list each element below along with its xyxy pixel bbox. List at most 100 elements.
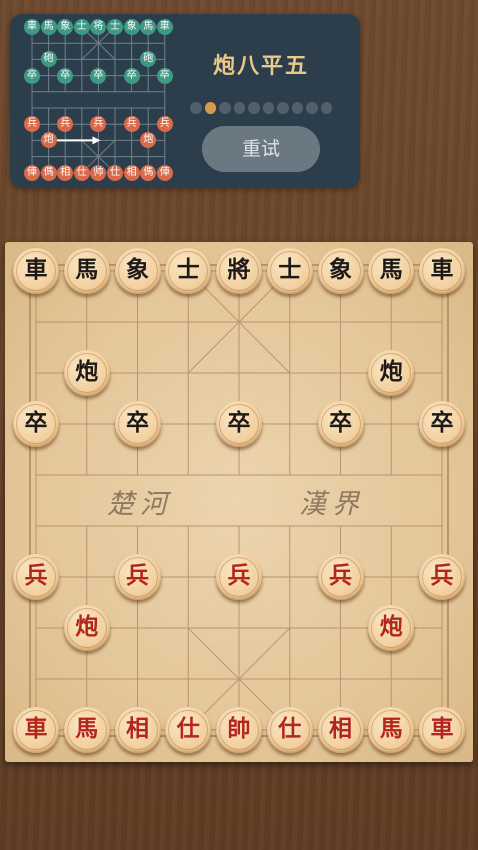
piece-label: 兵 bbox=[430, 562, 454, 589]
black-piece[interactable]: 士 bbox=[165, 248, 212, 294]
piece-label: 馬 bbox=[379, 715, 403, 742]
red-soldier[interactable]: 兵 bbox=[317, 554, 364, 600]
red-piece[interactable]: 帥 bbox=[216, 707, 262, 753]
mini-black-cannon: 砲 bbox=[40, 51, 57, 68]
mini-black-soldier: 卒 bbox=[24, 67, 40, 84]
red-soldier[interactable]: 兵 bbox=[114, 554, 161, 600]
mini-red-piece: 相 bbox=[123, 164, 140, 181]
piece-label: 卒 bbox=[430, 409, 454, 436]
red-soldier[interactable]: 兵 bbox=[13, 554, 59, 600]
black-piece[interactable]: 車 bbox=[419, 248, 465, 294]
piece-label: 象 bbox=[126, 256, 149, 283]
piece-label: 馬 bbox=[379, 256, 403, 283]
piece-label: 炮 bbox=[379, 613, 403, 640]
red-piece[interactable]: 仕 bbox=[165, 707, 212, 753]
mini-red-soldier: 兵 bbox=[156, 116, 173, 133]
piece-label: 兵 bbox=[329, 562, 352, 589]
progress-dot bbox=[190, 102, 202, 114]
black-piece[interactable]: 馬 bbox=[368, 248, 415, 294]
red-piece[interactable]: 馬 bbox=[63, 707, 110, 753]
retry-button[interactable]: 重试 bbox=[202, 126, 320, 172]
progress-dot bbox=[248, 102, 260, 114]
mini-black-soldier: 卒 bbox=[90, 67, 107, 84]
red-piece[interactable]: 馬 bbox=[368, 707, 415, 753]
black-cannon[interactable]: 炮 bbox=[368, 350, 415, 396]
piece-label: 象 bbox=[329, 256, 352, 283]
piece-label: 將 bbox=[227, 256, 251, 283]
black-soldier[interactable]: 卒 bbox=[317, 401, 364, 447]
mini-red-piece: 仕 bbox=[107, 164, 123, 181]
mini-board: 車馬象士将士象馬車砲砲卒卒卒卒卒兵兵兵兵兵炮炮俥傌相仕帅仕相傌俥 bbox=[10, 14, 185, 188]
black-soldier[interactable]: 卒 bbox=[216, 401, 262, 447]
black-piece[interactable]: 馬 bbox=[63, 248, 110, 294]
mini-black-piece: 車 bbox=[156, 19, 173, 35]
black-piece[interactable]: 象 bbox=[317, 248, 364, 294]
red-piece[interactable]: 車 bbox=[13, 707, 59, 753]
red-soldier[interactable]: 兵 bbox=[216, 554, 262, 600]
piece-label: 炮 bbox=[75, 613, 99, 640]
piece-label: 兵 bbox=[24, 562, 48, 589]
piece-label: 炮 bbox=[75, 358, 99, 385]
move-hint-arrow bbox=[56, 136, 101, 145]
piece-label: 仕 bbox=[278, 715, 302, 742]
mini-black-piece: 士 bbox=[107, 19, 123, 35]
mini-red-piece: 仕 bbox=[73, 164, 90, 181]
red-soldier[interactable]: 兵 bbox=[419, 554, 465, 600]
black-piece[interactable]: 象 bbox=[114, 248, 161, 294]
mini-red-piece: 相 bbox=[57, 164, 74, 181]
red-cannon[interactable]: 炮 bbox=[368, 605, 415, 651]
progress-dot bbox=[262, 102, 274, 114]
piece-label: 相 bbox=[126, 715, 149, 742]
piece-label: 卒 bbox=[329, 409, 352, 436]
progress-dot bbox=[219, 102, 231, 114]
piece-label: 相 bbox=[329, 715, 352, 742]
black-soldier[interactable]: 卒 bbox=[419, 401, 465, 447]
red-piece[interactable]: 車 bbox=[419, 707, 465, 753]
piece-label: 車 bbox=[430, 715, 454, 742]
red-piece[interactable]: 相 bbox=[114, 707, 161, 753]
mini-red-soldier: 兵 bbox=[123, 116, 140, 133]
move-info-panel: 車馬象士将士象馬車砲砲卒卒卒卒卒兵兵兵兵兵炮炮俥傌相仕帅仕相傌俥 炮八平五 重试 bbox=[10, 14, 360, 188]
piece-label: 士 bbox=[278, 256, 302, 283]
piece-label: 車 bbox=[430, 256, 454, 283]
board-grid bbox=[29, 264, 449, 737]
piece-label: 兵 bbox=[126, 562, 149, 589]
red-cannon[interactable]: 炮 bbox=[63, 605, 110, 651]
mini-black-piece: 馬 bbox=[40, 19, 57, 35]
mini-black-soldier: 卒 bbox=[57, 67, 74, 84]
mini-black-piece: 車 bbox=[24, 19, 40, 35]
black-piece[interactable]: 士 bbox=[266, 248, 313, 294]
piece-label: 卒 bbox=[126, 409, 149, 436]
black-soldier[interactable]: 卒 bbox=[13, 401, 59, 447]
xiangqi-board[interactable]: 楚河 漢界 車馬象士將士象馬車炮炮卒卒卒卒卒兵兵兵兵兵炮炮車馬相仕帥仕相馬車 bbox=[5, 242, 473, 762]
river-label-han-jie: 漢界 bbox=[299, 489, 365, 520]
mini-black-soldier: 卒 bbox=[156, 67, 173, 84]
black-piece[interactable]: 車 bbox=[13, 248, 59, 294]
mini-red-piece: 俥 bbox=[24, 164, 40, 181]
piece-label: 仕 bbox=[176, 715, 200, 742]
mini-red-piece: 俥 bbox=[156, 164, 173, 181]
black-soldier[interactable]: 卒 bbox=[114, 401, 161, 447]
mini-red-piece: 傌 bbox=[40, 164, 57, 181]
piece-label: 炮 bbox=[379, 358, 403, 385]
red-piece[interactable]: 相 bbox=[317, 707, 364, 753]
mini-black-piece: 士 bbox=[73, 19, 90, 35]
piece-label: 車 bbox=[24, 256, 48, 283]
mini-black-piece: 象 bbox=[123, 19, 140, 35]
progress-dot bbox=[233, 102, 245, 114]
black-piece[interactable]: 將 bbox=[216, 248, 262, 294]
move-title: 炮八平五 bbox=[212, 54, 309, 79]
progress-dot bbox=[291, 102, 303, 114]
mini-black-soldier: 卒 bbox=[123, 67, 140, 84]
red-piece[interactable]: 仕 bbox=[266, 707, 313, 753]
piece-label: 馬 bbox=[75, 256, 99, 283]
piece-label: 車 bbox=[24, 715, 48, 742]
mini-red-piece: 傌 bbox=[140, 164, 157, 181]
step-progress-dots bbox=[190, 102, 332, 114]
progress-dot bbox=[320, 102, 332, 114]
mini-red-cannon: 炮 bbox=[40, 132, 57, 149]
mini-board-grid bbox=[31, 26, 166, 174]
black-cannon[interactable]: 炮 bbox=[63, 350, 110, 396]
progress-dot bbox=[277, 102, 289, 114]
piece-label: 卒 bbox=[227, 409, 251, 436]
